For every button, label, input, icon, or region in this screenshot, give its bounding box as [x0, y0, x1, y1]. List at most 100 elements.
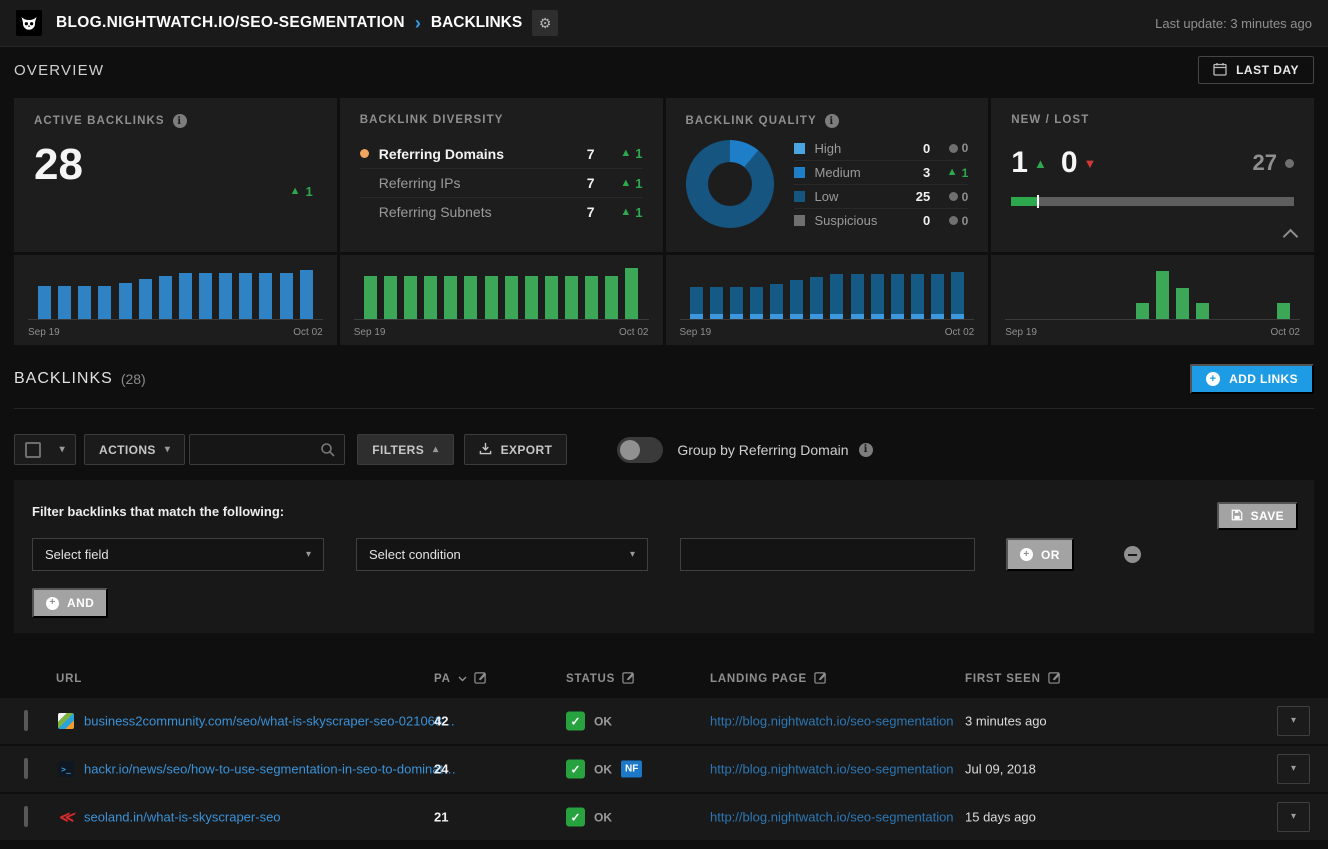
collapse-overview-chevron-icon[interactable] [1283, 229, 1299, 245]
column-header-landing-page[interactable]: LANDING PAGE [710, 671, 827, 687]
pa-value: 42 [434, 714, 448, 729]
column-header-status[interactable]: STATUS [566, 671, 635, 687]
legend-row-medium: Medium 3 ▲1 [794, 160, 969, 184]
flat-dot-icon [1285, 159, 1294, 168]
quality-legend: High 0 0 Medium 3 ▲1 Low 25 0 [794, 136, 969, 232]
row-actions-dropdown[interactable]: ▾ [1277, 754, 1310, 784]
chevron-down-icon: ▾ [60, 445, 65, 455]
save-filter-button[interactable]: SAVE [1217, 502, 1298, 530]
table-row: ≪ seoland.in/what-is-skyscraper-seo 21 ✓… [0, 794, 1328, 840]
pa-value: 21 [434, 810, 448, 825]
diversity-row-referring-ips[interactable]: Referring IPs 7 ▲1 [360, 168, 643, 197]
chevron-down-icon: ▾ [165, 445, 170, 455]
backlink-url-link[interactable]: hackr.io/news/seo/how-to-use-segmentatio… [84, 762, 456, 777]
plus-circle-icon: + [46, 597, 59, 610]
breadcrumb-section[interactable]: BACKLINKS [431, 14, 522, 32]
row-actions-dropdown[interactable]: ▾ [1277, 706, 1310, 736]
date-range-label: LAST DAY [1236, 63, 1299, 77]
chevron-up-icon: ▴ [433, 445, 438, 455]
select-all-dropdown[interactable]: ▾ [14, 434, 76, 465]
add-and-condition-button[interactable]: + AND [32, 588, 108, 618]
triangle-up-icon: ▲ [620, 178, 631, 189]
edit-column-icon[interactable] [1048, 671, 1061, 687]
favicon-hackr: >_ [58, 761, 74, 777]
column-header-first-seen[interactable]: FIRST SEEN [965, 671, 1061, 687]
row-actions-dropdown[interactable]: ▾ [1277, 802, 1310, 832]
overview-cards: ACTIVE BACKLINKS i 28 ▲ 1 BACKLINK DIVER… [14, 98, 1314, 252]
diversity-row-referring-subnets[interactable]: Referring Subnets 7 ▲1 [360, 197, 643, 226]
info-icon[interactable]: i [859, 443, 873, 457]
actions-dropdown-button[interactable]: ACTIONS ▾ [84, 434, 185, 465]
chevron-down-icon: ▾ [1291, 812, 1296, 822]
lost-links-value: 0 [1061, 146, 1078, 180]
table-header: URL PA STATUS LANDING PAGE FIRST SEEN [0, 660, 1328, 698]
backlink-url-link[interactable]: seoland.in/what-is-skyscraper-seo [84, 810, 281, 825]
backlink-diversity-card: BACKLINK DIVERSITY Referring Domains 7 ▲… [340, 98, 663, 252]
landing-page-link[interactable]: http://blog.nightwatch.io/seo-segmentati… [710, 714, 954, 729]
column-header-pa[interactable]: PA [434, 671, 487, 687]
info-icon[interactable]: i [825, 114, 839, 128]
column-header-url[interactable]: URL [56, 673, 82, 685]
suspicious-color-swatch [794, 215, 805, 226]
breadcrumb-chevron-icon: › [415, 14, 421, 32]
backlink-url-link[interactable]: business2community.com/seo/what-is-skysc… [84, 714, 455, 729]
quality-title: BACKLINK QUALITY [686, 115, 817, 127]
settings-gear-button[interactable]: ⚙ [532, 10, 558, 36]
plus-circle-icon: + [1020, 548, 1033, 561]
chevron-down-icon: ▾ [630, 550, 635, 560]
progress-new-segment [1011, 197, 1036, 206]
row-checkbox[interactable] [24, 758, 28, 779]
landing-page-link[interactable]: http://blog.nightwatch.io/seo-segmentati… [710, 762, 954, 777]
add-or-condition-button[interactable]: + OR [1006, 538, 1074, 571]
x-axis [28, 319, 323, 320]
edit-column-icon[interactable] [622, 671, 635, 687]
sort-caret-icon [458, 673, 467, 685]
row-checkbox[interactable] [24, 710, 28, 731]
landing-page-link[interactable]: http://blog.nightwatch.io/seo-segmentati… [710, 810, 954, 825]
group-by-domain-label: Group by Referring Domain [677, 442, 848, 458]
search-icon [320, 442, 336, 463]
overview-header: OVERVIEW LAST DAY [0, 48, 1328, 92]
x-axis [680, 319, 975, 320]
add-links-button[interactable]: + ADD LINKS [1190, 364, 1314, 394]
status-ok-check-icon: ✓ [566, 808, 585, 827]
flat-dot-icon [949, 216, 958, 225]
filter-value-input[interactable] [680, 538, 975, 571]
breadcrumb-site[interactable]: BLOG.NIGHTWATCH.IO/SEO-SEGMENTATION [56, 14, 405, 32]
overview-charts: Sep 19Oct 02 Sep 19Oct 02 Sep 19Oct 02 S… [14, 255, 1314, 345]
chevron-down-icon: ▾ [306, 550, 311, 560]
remove-condition-button[interactable] [1124, 546, 1141, 563]
chevron-down-icon: ▾ [1291, 716, 1296, 726]
status-label: OK [594, 810, 612, 824]
diversity-row-referring-domains[interactable]: Referring Domains 7 ▲1 [360, 139, 643, 168]
edit-column-icon[interactable] [474, 671, 487, 687]
info-icon[interactable]: i [173, 114, 187, 128]
filter-panel-heading: Filter backlinks that match the followin… [32, 504, 284, 519]
filter-condition-select[interactable]: Select condition ▾ [356, 538, 648, 571]
legend-row-low: Low 25 0 [794, 184, 969, 208]
table-controls: ▾ ACTIONS ▾ FILTERS ▴ EXPORT Group by Re… [14, 434, 1314, 465]
triangle-up-icon: ▲ [620, 148, 631, 159]
first-seen-value: 3 minutes ago [965, 714, 1047, 729]
gear-icon: ⚙ [539, 15, 552, 32]
edit-column-icon[interactable] [814, 671, 827, 687]
legend-row-high: High 0 0 [794, 136, 969, 160]
low-color-swatch [794, 191, 805, 202]
row-checkbox[interactable] [24, 806, 28, 827]
select-all-checkbox[interactable] [25, 442, 41, 458]
overview-title: OVERVIEW [14, 62, 104, 79]
quality-donut [686, 140, 774, 228]
filter-panel: Filter backlinks that match the followin… [14, 480, 1314, 633]
status-label: OK [594, 762, 612, 776]
filters-toggle-button[interactable]: FILTERS ▴ [357, 434, 453, 465]
existing-links-value: 27 [1253, 150, 1277, 176]
filter-field-select[interactable]: Select field ▾ [32, 538, 324, 571]
orange-dot-icon [360, 149, 369, 158]
group-by-domain-toggle[interactable] [617, 437, 663, 463]
status-ok-check-icon: ✓ [566, 760, 585, 779]
export-button[interactable]: EXPORT [464, 434, 568, 465]
status-label: OK [594, 714, 612, 728]
high-color-swatch [794, 143, 805, 154]
table-row: business2community.com/seo/what-is-skysc… [0, 698, 1328, 744]
date-range-button[interactable]: LAST DAY [1198, 56, 1314, 84]
